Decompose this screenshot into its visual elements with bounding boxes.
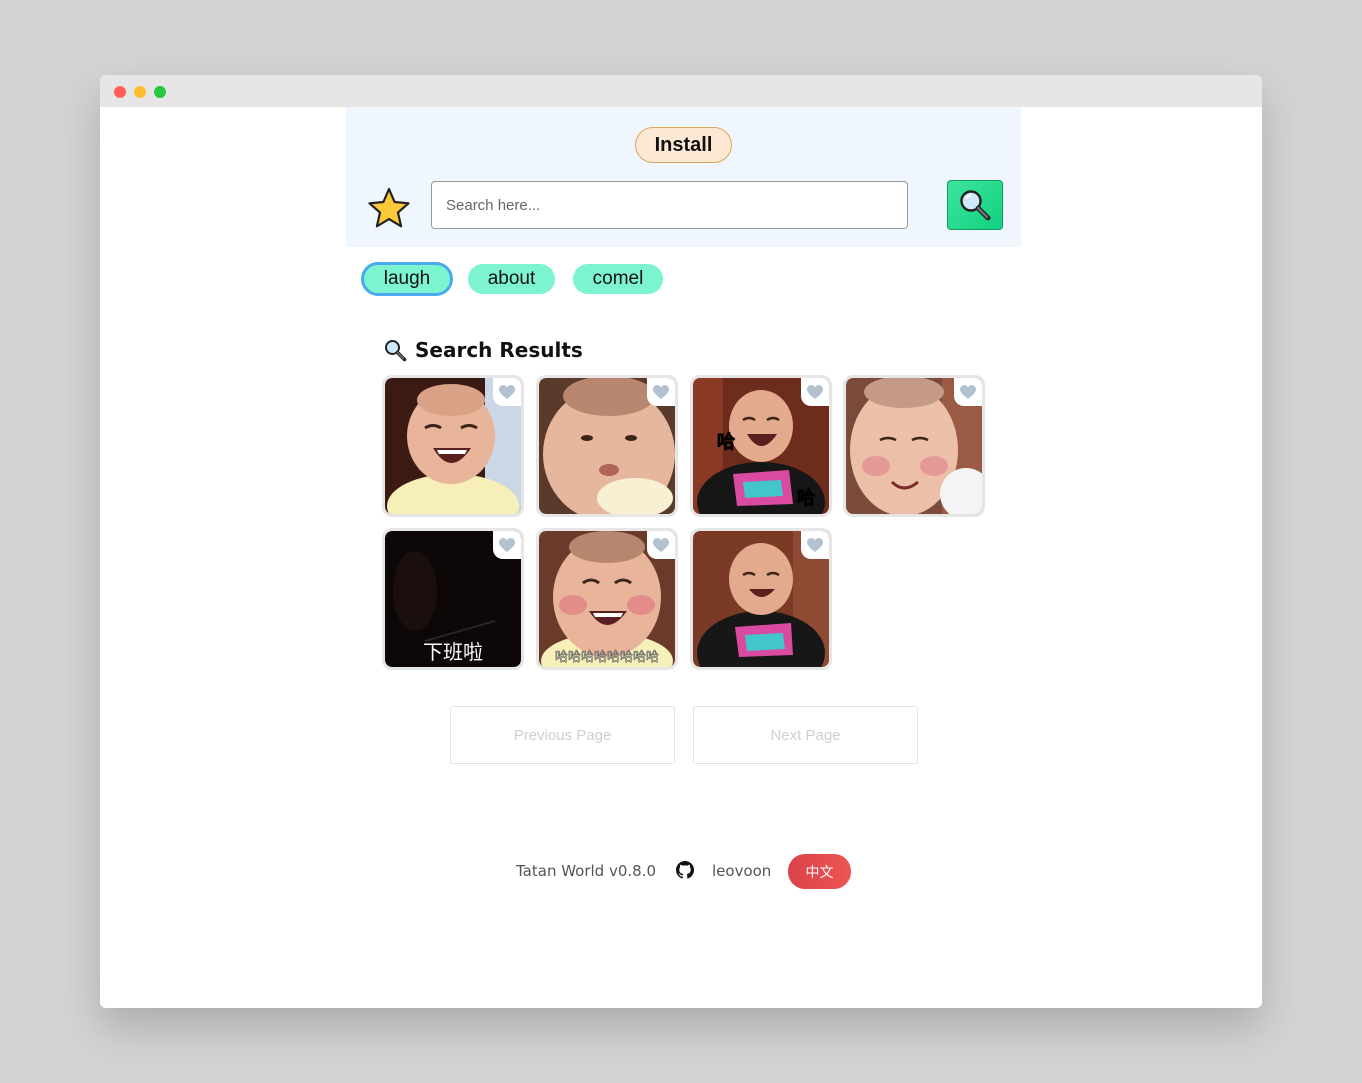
meme-card[interactable]: 下班啦 [382,528,524,670]
svg-text:哈: 哈 [797,487,815,509]
install-button[interactable]: Install [635,127,732,163]
svg-text:下班啦: 下班啦 [423,640,483,664]
heart-icon [807,537,823,552]
tag-comel[interactable]: comel [573,264,663,294]
maximize-window-button[interactable] [154,86,166,98]
page-content: Install laugh about comel [100,107,1262,1008]
meme-card[interactable] [536,375,678,517]
tag-laugh[interactable]: laugh [361,262,453,296]
heart-icon [960,384,976,399]
favorite-button[interactable] [493,378,521,406]
github-icon[interactable] [676,861,694,879]
minimize-window-button[interactable] [134,86,146,98]
window-titlebar [100,75,1262,107]
svg-text:哈: 哈 [717,431,735,453]
heart-icon [653,537,669,552]
heart-icon [653,384,669,399]
results-heading: Search Results [383,335,583,365]
footer: Tatan World v0.8.0 leovoon 中文 [100,854,1262,890]
meme-card[interactable]: 哈哈哈哈哈哈哈哈 [536,528,678,670]
close-window-button[interactable] [114,86,126,98]
meme-card[interactable] [843,375,985,517]
browser-window: Install laugh about comel [100,75,1262,1008]
next-page-button[interactable]: Next Page [693,706,918,764]
favorite-button[interactable] [647,378,675,406]
results-title: Search Results [415,338,583,362]
favorite-button[interactable] [493,531,521,559]
meme-card[interactable]: 哈 哈 [690,375,832,517]
magnifier-icon [960,190,991,221]
search-button[interactable] [947,180,1003,230]
favorite-button[interactable] [801,531,829,559]
meme-card[interactable] [382,375,524,517]
heart-icon [499,537,515,552]
favorite-button[interactable] [954,378,982,406]
magnifier-icon [385,340,407,362]
favorite-button[interactable] [801,378,829,406]
meme-card[interactable] [690,528,832,670]
svg-text:哈哈哈哈哈哈哈哈: 哈哈哈哈哈哈哈哈 [555,650,659,665]
star-favorites-icon[interactable] [367,186,411,230]
author-link[interactable]: leovoon [712,862,771,880]
search-input[interactable] [431,181,908,229]
header-panel: Install [346,107,1021,247]
heart-icon [499,384,515,399]
heart-icon [807,384,823,399]
tag-about[interactable]: about [468,264,555,294]
language-toggle-button[interactable]: 中文 [788,854,851,889]
favorite-button[interactable] [647,531,675,559]
results-grid: 哈 哈 下班啦 哈哈哈哈哈哈哈哈 [382,375,1002,675]
version-text: Tatan World v0.8.0 [516,862,657,880]
previous-page-button[interactable]: Previous Page [450,706,675,764]
